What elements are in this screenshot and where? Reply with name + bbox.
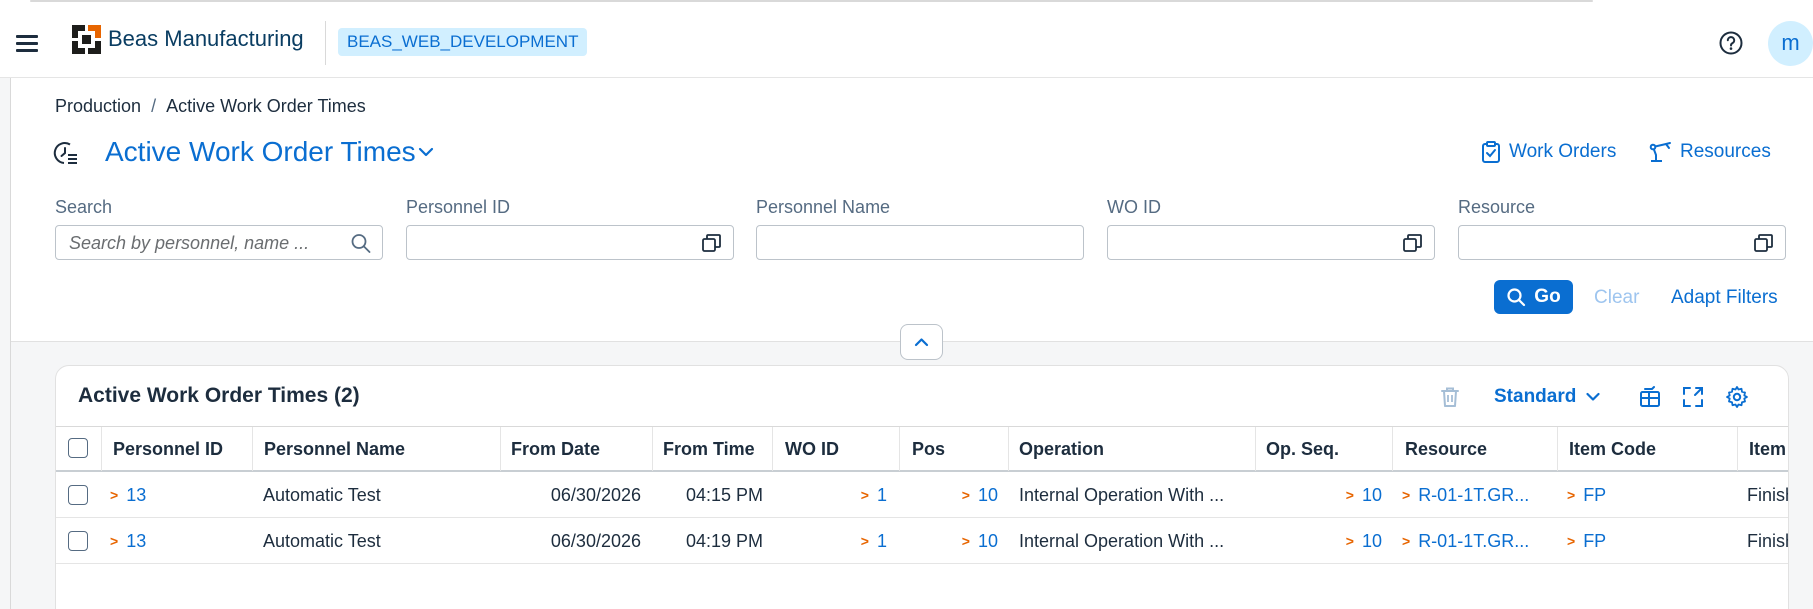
table-title: Active Work Order Times (2) (78, 384, 360, 407)
item-cell: Finish (1747, 485, 1788, 505)
value-help-icon[interactable] (1402, 233, 1424, 253)
search-placeholder: Search by personnel, name ... (69, 233, 310, 253)
variant-label: Standard (1494, 386, 1577, 407)
op-seq-link[interactable]: >10 (1266, 518, 1382, 564)
personnel-name-cell: Automatic Test (263, 531, 381, 551)
from-time-cell: 04:15 PM (685, 485, 763, 505)
personnel-id-link[interactable]: >13 (110, 472, 146, 518)
column-header-resource[interactable]: Resource (1405, 427, 1487, 471)
search-icon (1507, 288, 1526, 307)
adapt-filters-button[interactable]: Adapt Filters (1671, 287, 1778, 309)
work-orders-link[interactable]: Work Orders (1481, 141, 1616, 163)
breadcrumb-current: Active Work Order Times (166, 96, 366, 116)
chevron-up-icon (914, 338, 929, 347)
menu-icon[interactable] (16, 33, 40, 53)
column-header-item[interactable]: Item (1749, 427, 1786, 471)
column-header-operation[interactable]: Operation (1019, 427, 1104, 471)
item-cell: Finish (1747, 531, 1788, 551)
breadcrumb-production-link[interactable]: Production (55, 96, 141, 116)
op-seq-link[interactable]: >10 (1266, 472, 1382, 518)
resource-field[interactable] (1458, 225, 1786, 260)
wo-id-label: WO ID (1107, 197, 1161, 217)
column-header-from-time[interactable]: From Time (663, 427, 755, 471)
browser-top-strip (0, 0, 1813, 9)
resources-label: Resources (1680, 141, 1771, 162)
collapse-header-button[interactable] (900, 324, 943, 360)
row-checkbox[interactable] (68, 531, 88, 551)
beas-logo-icon (72, 25, 101, 54)
app-title[interactable]: Beas Manufacturing (108, 26, 304, 52)
go-button[interactable]: Go (1494, 280, 1573, 314)
value-help-icon[interactable] (1753, 233, 1775, 253)
pos-link[interactable]: >10 (912, 472, 998, 518)
page-title[interactable]: Active Work Order Times (105, 136, 416, 168)
select-all-checkbox[interactable] (68, 438, 88, 458)
personnel-id-field[interactable] (406, 225, 734, 260)
column-header-personnel-id[interactable]: Personnel ID (113, 427, 223, 471)
operation-cell: Internal Operation With ... (1019, 485, 1225, 505)
value-help-icon[interactable] (701, 233, 723, 253)
wo-id-link[interactable]: >1 (785, 472, 887, 518)
search-icon[interactable] (350, 233, 372, 253)
clipboard-check-icon (1482, 141, 1500, 163)
user-avatar[interactable]: m (1768, 21, 1813, 66)
resource-label: Resource (1458, 197, 1536, 217)
column-header-wo-id[interactable]: WO ID (785, 427, 839, 471)
search-input[interactable]: Search by personnel, name ... (55, 225, 383, 260)
item-code-link[interactable]: > FP (1567, 518, 1606, 564)
table-row[interactable]: >13 Automatic Test 06/30/2026 04:15 PM >… (56, 472, 1788, 518)
operation-cell: Internal Operation With ... (1019, 531, 1225, 551)
wo-id-field[interactable] (1107, 225, 1435, 260)
wo-id-link[interactable]: >1 (785, 518, 887, 564)
fullscreen-icon[interactable] (1681, 385, 1705, 409)
search-label: Search (55, 197, 113, 217)
personnel-id-label: Personnel ID (406, 197, 511, 217)
robot-arm-icon (1649, 142, 1671, 162)
from-date-cell: 06/30/2026 (550, 531, 641, 551)
variant-selector[interactable]: Standard (1494, 386, 1600, 408)
column-header-personnel-name[interactable]: Personnel Name (264, 427, 405, 471)
environment-badge: BEAS_WEB_DEVELOPMENT (338, 28, 588, 56)
personnel-id-link[interactable]: >13 (110, 518, 146, 564)
shell-divider (325, 21, 326, 65)
from-date-cell: 06/30/2026 (550, 485, 641, 505)
from-time-cell: 04:19 PM (685, 531, 763, 551)
column-header-item-code[interactable]: Item Code (1569, 427, 1656, 471)
help-icon[interactable] (1718, 30, 1744, 56)
row-checkbox[interactable] (68, 485, 88, 505)
personnel-name-label: Personnel Name (756, 197, 891, 217)
personnel-name-cell: Automatic Test (263, 485, 381, 505)
resource-link[interactable]: > R-01-1T.GR... (1402, 472, 1552, 518)
shell-bar: Beas Manufacturing BEAS_WEB_DEVELOPMENT … (0, 9, 1813, 78)
column-header-pos[interactable]: Pos (912, 427, 945, 471)
table-card: Active Work Order Times (2) Standard Per… (55, 365, 1789, 609)
table-header-row: Personnel ID Personnel Name From Date Fr… (56, 426, 1788, 472)
clock-list-icon (53, 142, 77, 164)
resources-link[interactable]: Resources (1648, 141, 1771, 163)
settings-gear-icon[interactable] (1725, 385, 1749, 409)
resource-link[interactable]: > R-01-1T.GR... (1402, 518, 1552, 564)
breadcrumb: Production / Active Work Order Times (55, 96, 366, 117)
breadcrumb-separator: / (151, 96, 157, 116)
pos-link[interactable]: >10 (912, 518, 998, 564)
chevron-down-icon[interactable] (418, 146, 434, 158)
column-header-from-date[interactable]: From Date (511, 427, 600, 471)
clear-button[interactable]: Clear (1594, 287, 1639, 309)
table-export-icon[interactable] (1638, 385, 1662, 409)
chevron-down-icon (1586, 392, 1600, 401)
personnel-name-field[interactable] (756, 225, 1084, 260)
work-orders-label: Work Orders (1509, 141, 1617, 162)
column-header-op-seq[interactable]: Op. Seq. (1266, 427, 1339, 471)
go-label: Go (1534, 286, 1561, 307)
item-code-link[interactable]: > FP (1567, 472, 1606, 518)
delete-icon[interactable] (1438, 385, 1462, 409)
table-row[interactable]: >13 Automatic Test 06/30/2026 04:19 PM >… (56, 518, 1788, 564)
